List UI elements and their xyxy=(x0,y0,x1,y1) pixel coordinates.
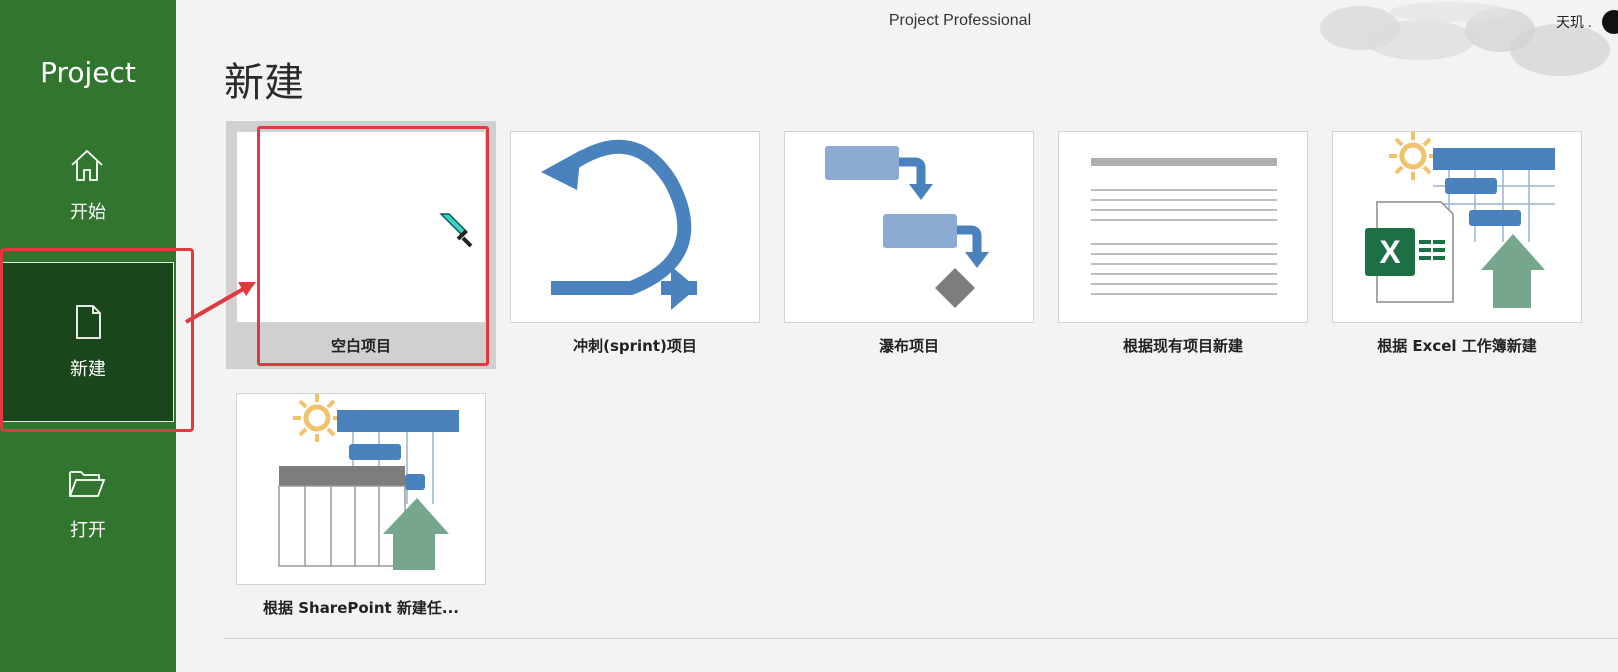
template-label: 空白项目 xyxy=(330,337,391,355)
waterfall-diagram-icon xyxy=(825,146,989,308)
template-label: 根据 SharePoint 新建任... xyxy=(262,599,459,617)
template-label: 冲刺(sprint)项目 xyxy=(573,337,697,355)
template-thumbnail: X xyxy=(1332,131,1582,323)
account-name[interactable]: 天玑 . xyxy=(1556,12,1592,32)
template-label: 根据现有项目新建 xyxy=(1122,337,1243,355)
sun-icon xyxy=(293,394,341,442)
excel-import-icon: X xyxy=(1365,132,1555,308)
template-thumbnail xyxy=(784,131,1034,323)
sharepoint-import-icon xyxy=(278,394,459,570)
sidebar-item-label: 开始 xyxy=(70,202,106,223)
divider xyxy=(224,638,1618,639)
template-label: 根据 Excel 工作簿新建 xyxy=(1377,337,1537,355)
template-label: 瀑布项目 xyxy=(878,337,939,355)
sidebar-item-label: 打开 xyxy=(70,520,106,541)
sun-icon xyxy=(1389,132,1437,180)
sword-cursor-icon xyxy=(439,213,473,248)
document-lines-icon xyxy=(1091,158,1277,295)
sprint-loop-icon xyxy=(541,139,697,310)
template-thumbnail xyxy=(510,131,760,323)
template-thumbnail xyxy=(1058,131,1308,323)
new-document-icon xyxy=(76,305,101,339)
sidebar-item-open[interactable]: 打开 xyxy=(0,450,176,606)
svg-text:X: X xyxy=(1379,234,1401,270)
page-title: 新建 xyxy=(224,60,304,106)
home-icon xyxy=(71,149,103,181)
template-thumbnail xyxy=(236,131,486,323)
sidebar-item-new[interactable]: 新建 xyxy=(2,262,174,422)
open-folder-icon xyxy=(69,471,106,497)
template-thumbnail xyxy=(236,393,486,585)
window-title: Project Professional xyxy=(888,12,1032,29)
app-name: Project xyxy=(40,56,136,89)
sidebar-item-label: 新建 xyxy=(70,359,106,380)
backstage-sidebar: Project 开始 新建 打开 xyxy=(0,0,176,672)
